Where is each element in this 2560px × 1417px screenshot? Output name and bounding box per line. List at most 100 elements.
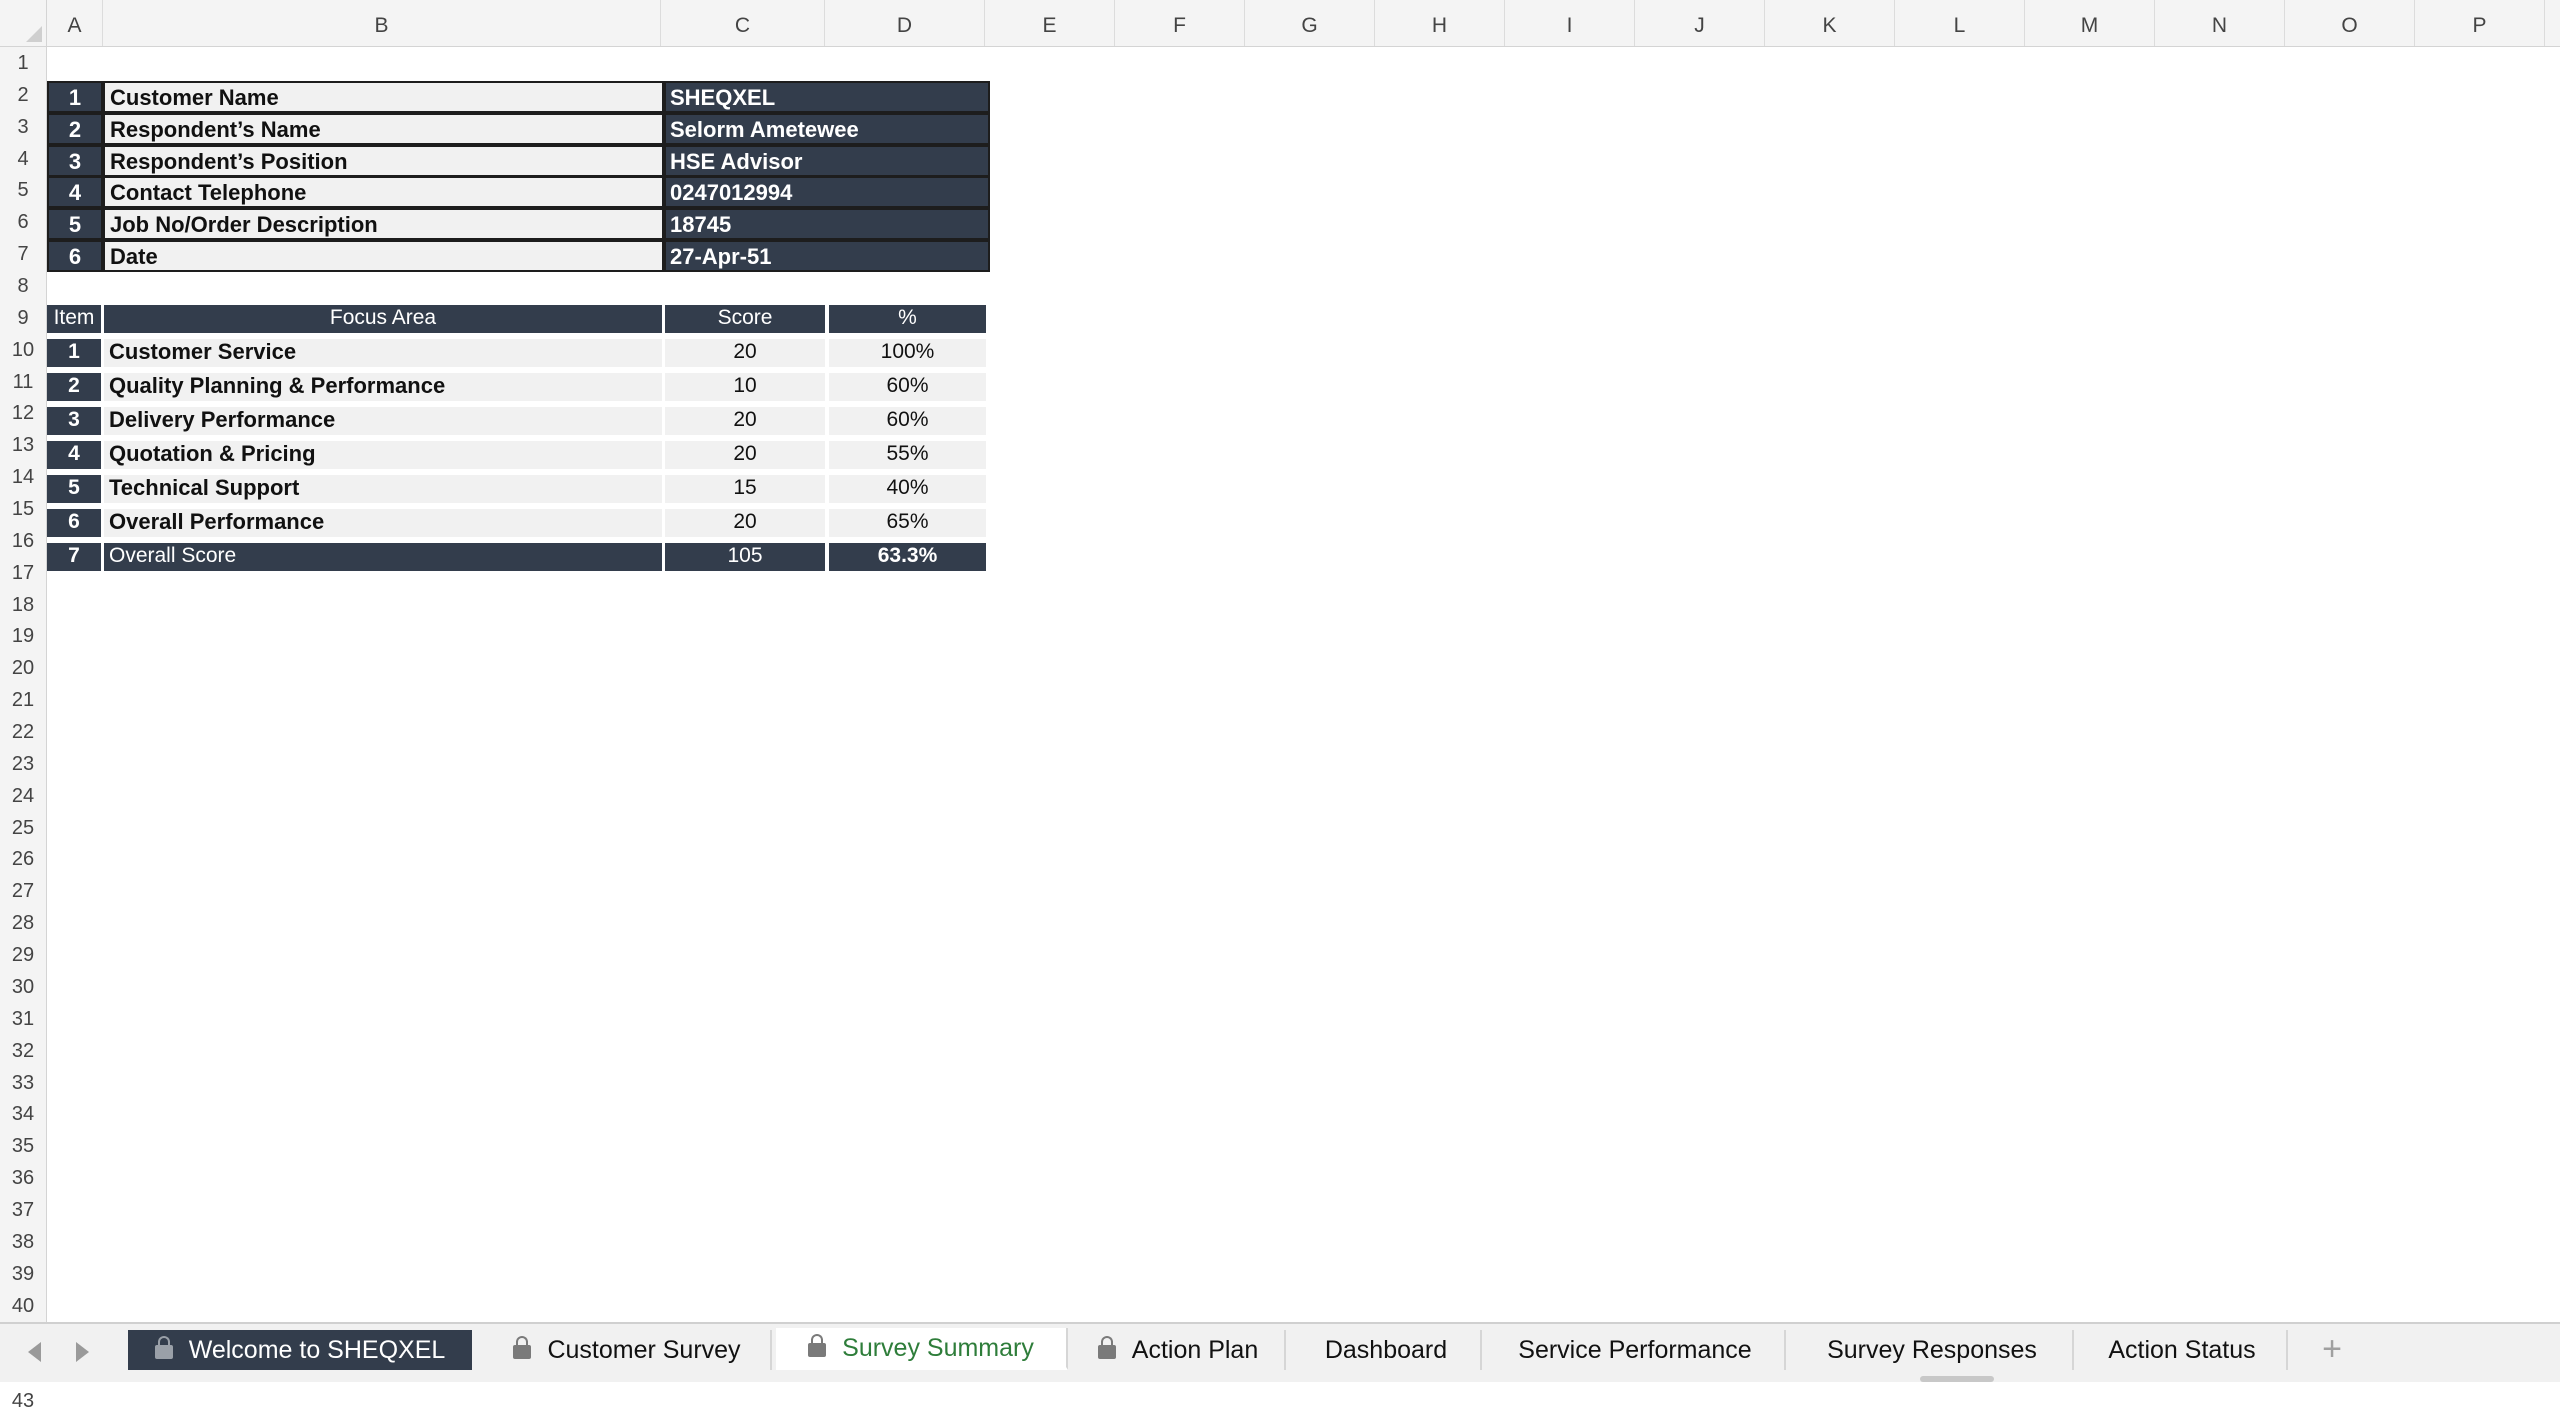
total-row-number[interactable]: 7 <box>47 543 101 571</box>
add-sheet-button[interactable]: + <box>2312 1330 2352 1370</box>
info-number[interactable]: 2 <box>47 112 103 145</box>
row-header-30[interactable]: 30 <box>0 971 46 1003</box>
column-header-i[interactable]: I <box>1505 0 1635 46</box>
row-header-37[interactable]: 37 <box>0 1194 46 1226</box>
info-label[interactable]: Customer Name <box>103 80 664 113</box>
table-row-score[interactable]: 20 <box>665 407 825 435</box>
table-row-score[interactable]: 20 <box>665 441 825 469</box>
info-label[interactable]: Respondent’s Name <box>103 112 664 145</box>
column-header-j[interactable]: J <box>1635 0 1765 46</box>
info-number[interactable]: 1 <box>47 80 103 113</box>
info-label[interactable]: Job No/Order Description <box>103 208 664 241</box>
row-header-16[interactable]: 16 <box>0 525 46 557</box>
row-header-14[interactable]: 14 <box>0 461 46 493</box>
row-header-4[interactable]: 4 <box>0 143 46 175</box>
row-header-11[interactable]: 11 <box>0 366 46 398</box>
table-row-score[interactable]: 20 <box>665 339 825 367</box>
table-row-number[interactable]: 1 <box>47 339 101 367</box>
table-header-score[interactable]: Score <box>665 304 825 333</box>
row-header-13[interactable]: 13 <box>0 429 46 461</box>
table-row-score[interactable]: 20 <box>665 509 825 537</box>
total-row-label[interactable]: Overall Score <box>104 543 662 571</box>
column-header-d[interactable]: D <box>825 0 985 46</box>
row-header-20[interactable]: 20 <box>0 652 46 684</box>
table-row-focus-area[interactable]: Technical Support <box>104 475 662 503</box>
table-row-focus-area[interactable]: Customer Service <box>104 339 662 367</box>
row-header-24[interactable]: 24 <box>0 780 46 812</box>
row-header-19[interactable]: 19 <box>0 620 46 652</box>
select-all-corner[interactable] <box>0 0 47 47</box>
table-row-number[interactable]: 4 <box>47 441 101 469</box>
info-label[interactable]: Contact Telephone <box>103 176 664 209</box>
row-header-8[interactable]: 8 <box>0 270 46 302</box>
table-row-percent[interactable]: 40% <box>829 475 986 503</box>
sheet-tab-service-performance[interactable]: Service Performance <box>1486 1330 1786 1370</box>
column-header-h[interactable]: H <box>1375 0 1505 46</box>
table-row-focus-area[interactable]: Quotation & Pricing <box>104 441 662 469</box>
total-row-score[interactable]: 105 <box>665 543 825 571</box>
table-row-percent[interactable]: 60% <box>829 407 986 435</box>
horizontal-scrollbar[interactable] <box>1920 1376 1994 1382</box>
column-header-n[interactable]: N <box>2155 0 2285 46</box>
row-header-5[interactable]: 5 <box>0 174 46 206</box>
table-row-percent[interactable]: 55% <box>829 441 986 469</box>
row-header-12[interactable]: 12 <box>0 397 46 429</box>
row-header-28[interactable]: 28 <box>0 907 46 939</box>
info-value[interactable]: SHEQXEL <box>664 80 990 113</box>
row-header-2[interactable]: 2 <box>0 79 46 111</box>
scroll-tabs-left-icon[interactable] <box>28 1342 41 1362</box>
info-number[interactable]: 4 <box>47 176 103 209</box>
column-header-c[interactable]: C <box>661 0 825 46</box>
table-row-focus-area[interactable]: Delivery Performance <box>104 407 662 435</box>
table-row-percent[interactable]: 65% <box>829 509 986 537</box>
row-header-40[interactable]: 40 <box>0 1290 46 1322</box>
table-header-percent[interactable]: % <box>829 304 986 333</box>
row-header-23[interactable]: 23 <box>0 748 46 780</box>
row-header-39[interactable]: 39 <box>0 1258 46 1290</box>
sheet-tab-action-status[interactable]: Action Status <box>2078 1330 2288 1370</box>
info-value[interactable]: Selorm Ametewee <box>664 112 990 145</box>
row-header-21[interactable]: 21 <box>0 684 46 716</box>
column-header-b[interactable]: B <box>103 0 661 46</box>
row-header-26[interactable]: 26 <box>0 843 46 875</box>
column-header-k[interactable]: K <box>1765 0 1895 46</box>
row-header-43[interactable]: 43 <box>0 1385 46 1417</box>
row-header-29[interactable]: 29 <box>0 939 46 971</box>
info-value[interactable]: 27-Apr-51 <box>664 240 990 273</box>
info-value[interactable]: 0247012994 <box>664 176 990 209</box>
row-header-25[interactable]: 25 <box>0 812 46 844</box>
column-header-g[interactable]: G <box>1245 0 1375 46</box>
table-row-number[interactable]: 5 <box>47 475 101 503</box>
table-row-score[interactable]: 10 <box>665 373 825 401</box>
row-header-36[interactable]: 36 <box>0 1162 46 1194</box>
info-number[interactable]: 3 <box>47 144 103 177</box>
total-row-percent[interactable]: 63.3% <box>829 543 986 571</box>
row-header-10[interactable]: 10 <box>0 334 46 366</box>
row-header-7[interactable]: 7 <box>0 238 46 270</box>
info-label[interactable]: Date <box>103 240 664 273</box>
row-header-35[interactable]: 35 <box>0 1130 46 1162</box>
row-header-6[interactable]: 6 <box>0 206 46 238</box>
column-header-o[interactable]: O <box>2285 0 2415 46</box>
table-row-percent[interactable]: 100% <box>829 339 986 367</box>
sheet-tab-welcome-to-sheqxel[interactable]: Welcome to SHEQXEL <box>128 1330 472 1370</box>
row-header-17[interactable]: 17 <box>0 557 46 589</box>
table-row-number[interactable]: 2 <box>47 373 101 401</box>
table-row-focus-area[interactable]: Quality Planning & Performance <box>104 373 662 401</box>
sheet-tab-customer-survey[interactable]: Customer Survey <box>484 1330 772 1370</box>
sheet-tab-action-plan[interactable]: Action Plan <box>1072 1330 1286 1370</box>
column-header-e[interactable]: E <box>985 0 1115 46</box>
table-header-item[interactable]: Item <box>47 304 101 333</box>
scroll-tabs-right-icon[interactable] <box>76 1342 89 1362</box>
info-label[interactable]: Respondent’s Position <box>103 144 664 177</box>
info-number[interactable]: 5 <box>47 208 103 241</box>
row-header-33[interactable]: 33 <box>0 1067 46 1099</box>
table-row-focus-area[interactable]: Overall Performance <box>104 509 662 537</box>
table-row-number[interactable]: 6 <box>47 509 101 537</box>
row-header-9[interactable]: 9 <box>0 302 46 334</box>
sheet-tab-dashboard[interactable]: Dashboard <box>1292 1330 1482 1370</box>
table-row-number[interactable]: 3 <box>47 407 101 435</box>
info-number[interactable]: 6 <box>47 240 103 273</box>
table-row-score[interactable]: 15 <box>665 475 825 503</box>
column-header-m[interactable]: M <box>2025 0 2155 46</box>
